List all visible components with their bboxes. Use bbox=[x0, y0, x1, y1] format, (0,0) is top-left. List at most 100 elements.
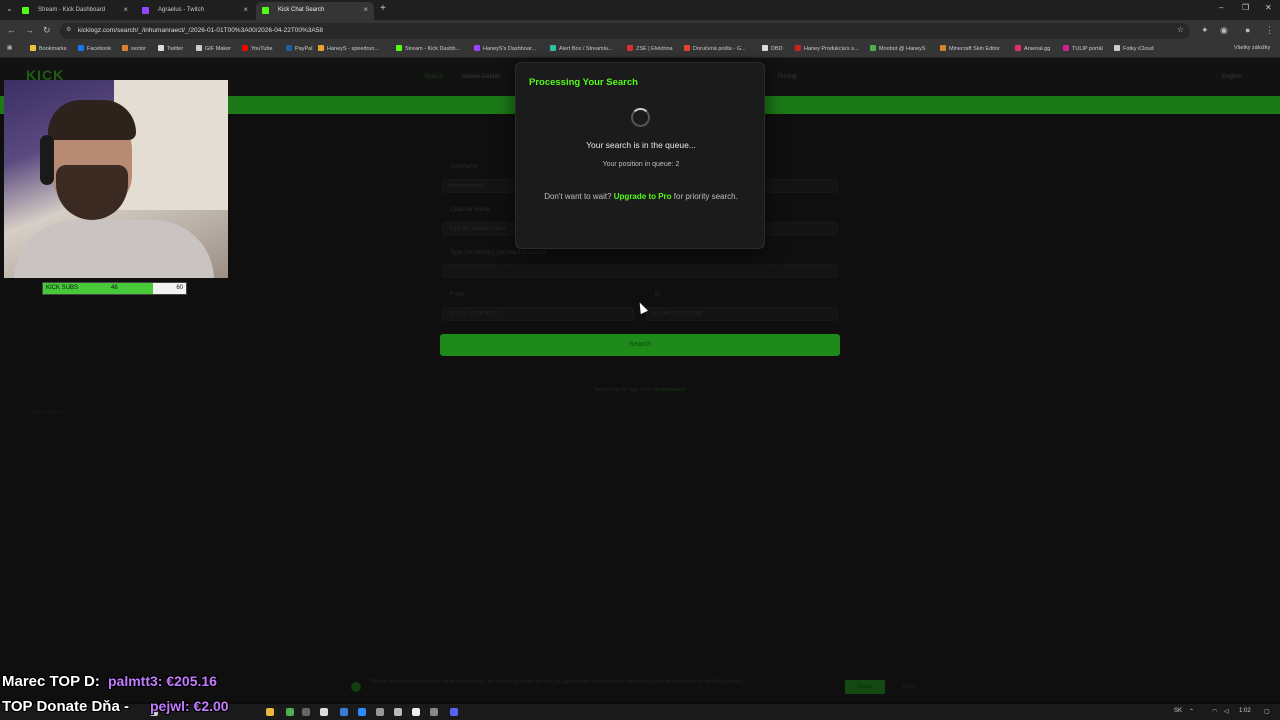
bookmark-item[interactable]: ZSE | Elektrina bbox=[627, 45, 673, 52]
bookmark-item[interactable]: Facebook bbox=[78, 45, 111, 52]
all-bookmarks-folder[interactable]: Všetky záložky bbox=[1234, 45, 1270, 51]
extensions-icon[interactable]: ✦ bbox=[1201, 25, 1209, 36]
bookmark-item[interactable]: Twitter bbox=[158, 45, 183, 52]
reload-icon[interactable]: ↻ bbox=[43, 25, 51, 36]
search-words-input[interactable] bbox=[442, 264, 838, 278]
tab-list-chevron-icon[interactable]: ⌄ bbox=[6, 4, 13, 13]
webcam-overlay bbox=[4, 80, 228, 278]
bookmark-favicon-icon bbox=[1015, 45, 1021, 51]
discord-icon[interactable] bbox=[450, 708, 458, 716]
apps-grid-icon[interactable]: ▦ bbox=[7, 45, 12, 51]
tab-kick-dashboard[interactable]: Stream - Kick Dashboard × bbox=[16, 2, 134, 20]
close-tab-icon[interactable]: × bbox=[123, 5, 128, 14]
nav-pricing[interactable]: Pricing bbox=[778, 74, 796, 80]
obs-icon[interactable] bbox=[302, 708, 310, 716]
bookmark-favicon-icon bbox=[318, 45, 324, 51]
site-info-icon[interactable]: ⚙ bbox=[66, 26, 71, 33]
bookmark-item[interactable]: Arsenal.gg bbox=[1015, 45, 1050, 52]
bookmark-favicon-icon bbox=[795, 45, 801, 51]
app-icon[interactable] bbox=[412, 708, 420, 716]
search-button[interactable]: Search bbox=[440, 334, 840, 356]
chrome-icon[interactable] bbox=[286, 708, 294, 716]
close-window-icon[interactable]: ✕ bbox=[1265, 3, 1272, 12]
tray-wifi-icon[interactable]: ◠ bbox=[1212, 708, 1217, 715]
profile-icon[interactable]: ◉ bbox=[1220, 25, 1228, 36]
bookmark-favicon-icon bbox=[122, 45, 128, 51]
cookie-accept-button[interactable]: Accept bbox=[845, 680, 885, 694]
bookmark-item[interactable]: Bookmarks bbox=[30, 45, 67, 52]
address-toolbar: ← → ↻ ⚙ kicklogz.com/search/_/inhumanrae… bbox=[0, 20, 1280, 42]
app-icon[interactable] bbox=[394, 708, 402, 716]
account-avatar-icon[interactable]: ● bbox=[1245, 25, 1250, 35]
bookmark-label: Alert Box / Streamla... bbox=[559, 46, 613, 52]
kick-subs-goal-bar: KICK SUBS 46 60 bbox=[42, 282, 187, 295]
queue-message: Your search is in the queue... bbox=[586, 140, 696, 150]
bookmark-item[interactable]: Minecraft Skin Editor bbox=[940, 45, 1000, 52]
app-icon[interactable] bbox=[320, 708, 328, 716]
search-words-label: Type the word(s) you want to search bbox=[450, 250, 547, 256]
bookmark-item[interactable]: Moobot @ HaneyS bbox=[870, 45, 926, 52]
bookmark-item[interactable]: DBD bbox=[762, 45, 783, 52]
upgrade-suffix: for priority search. bbox=[673, 192, 738, 201]
privacy-toggle[interactable]: Provide space bbox=[26, 409, 61, 415]
from-date-input[interactable]: 01 / 01 / 2026 00:00 bbox=[442, 307, 634, 321]
bookmark-star-icon[interactable]: ☆ bbox=[1177, 25, 1184, 34]
bookmark-label: ZSE | Elektrina bbox=[636, 46, 673, 52]
bookmark-label: HaneyS - speedrun... bbox=[327, 46, 379, 52]
close-tab-icon[interactable]: × bbox=[363, 5, 368, 14]
tray-volume-icon[interactable]: ◁ bbox=[1224, 708, 1229, 715]
forward-icon[interactable]: → bbox=[25, 25, 34, 35]
searching-user: inhumanraect bbox=[652, 387, 686, 393]
menu-icon[interactable]: ⋮ bbox=[1265, 25, 1274, 36]
tray-language[interactable]: SK bbox=[1174, 708, 1182, 714]
bookmark-item[interactable]: Fotky iCloud bbox=[1114, 45, 1154, 52]
bookmark-favicon-icon bbox=[78, 45, 84, 51]
bookmark-label: Bookmarks bbox=[39, 46, 67, 52]
explorer-icon[interactable] bbox=[266, 708, 274, 716]
tray-chevron-icon[interactable]: ⌃ bbox=[1189, 708, 1194, 715]
language-select[interactable]: English bbox=[1222, 74, 1242, 80]
bookmark-item[interactable]: PayPal bbox=[286, 45, 312, 52]
daily-top-donor-value: pejwl: €2.00 bbox=[150, 698, 229, 714]
url-bar[interactable]: ⚙ kicklogz.com/search/_/inhumanraect/_/2… bbox=[60, 23, 1190, 39]
tab-kick-chat-search[interactable]: Kick Chat Search × bbox=[256, 2, 374, 20]
bookmark-item[interactable]: Stream - Kick Dashb... bbox=[396, 45, 460, 52]
new-tab-button[interactable]: + bbox=[380, 3, 386, 14]
upgrade-prefix: Don't want to wait? bbox=[544, 192, 612, 201]
bookmark-item[interactable]: Alert Box / Streamla... bbox=[550, 45, 613, 52]
bookmark-label: Haney Produkcia's s... bbox=[804, 46, 859, 52]
to-date-input[interactable]: 22 / 04 / 2026 00:58 bbox=[646, 307, 838, 321]
close-tab-icon[interactable]: × bbox=[243, 5, 248, 14]
bookmark-item[interactable]: Doručená pošta - G... bbox=[684, 45, 746, 52]
back-icon[interactable]: ← bbox=[7, 25, 16, 35]
bookmark-item[interactable]: sector bbox=[122, 45, 146, 52]
nav-viewer-details[interactable]: Viewer Details bbox=[462, 74, 500, 80]
app-icon[interactable] bbox=[358, 708, 366, 716]
browser-tab-bar: ⌄ Stream - Kick Dashboard × Agraelus - T… bbox=[0, 0, 1280, 20]
bookmark-label: DBD bbox=[771, 46, 783, 52]
restore-icon[interactable]: ❐ bbox=[1242, 3, 1249, 12]
bookmark-label: HaneyS's Dashboar... bbox=[483, 46, 537, 52]
upgrade-to-pro-link[interactable]: Upgrade to Pro bbox=[614, 192, 672, 201]
app-icon[interactable] bbox=[376, 708, 384, 716]
bookmark-item[interactable]: GIF Maker bbox=[196, 45, 231, 52]
tray-notifications-icon[interactable]: ▢ bbox=[1264, 708, 1270, 715]
bookmark-item[interactable]: Haney Produkcia's s... bbox=[795, 45, 859, 52]
processing-search-modal: Processing Your Search Your search is in… bbox=[515, 62, 765, 249]
bookmark-item[interactable]: HaneyS's Dashboar... bbox=[474, 45, 536, 52]
bookmark-item[interactable]: TULIP portál bbox=[1063, 45, 1103, 52]
app-icon[interactable] bbox=[340, 708, 348, 716]
cookie-reject-button[interactable]: Reject bbox=[895, 680, 925, 694]
bookmark-item[interactable]: HaneyS - speedrun... bbox=[318, 45, 379, 52]
tab-twitch[interactable]: Agraelus - Twitch × bbox=[136, 2, 254, 20]
nav-search[interactable]: Search bbox=[424, 74, 443, 80]
subs-label: KICK SUBS bbox=[46, 285, 79, 291]
app-icon[interactable] bbox=[430, 708, 438, 716]
bookmark-favicon-icon bbox=[762, 45, 768, 51]
bookmark-favicon-icon bbox=[550, 45, 556, 51]
bookmark-item[interactable]: YouTube bbox=[242, 45, 273, 52]
bookmark-label: sector bbox=[131, 46, 146, 52]
month-top-donor-value: palmtt3: €205.16 bbox=[108, 673, 217, 689]
tray-clock[interactable]: 1:02 bbox=[1239, 708, 1251, 714]
minimize-icon[interactable]: – bbox=[1219, 3, 1223, 12]
